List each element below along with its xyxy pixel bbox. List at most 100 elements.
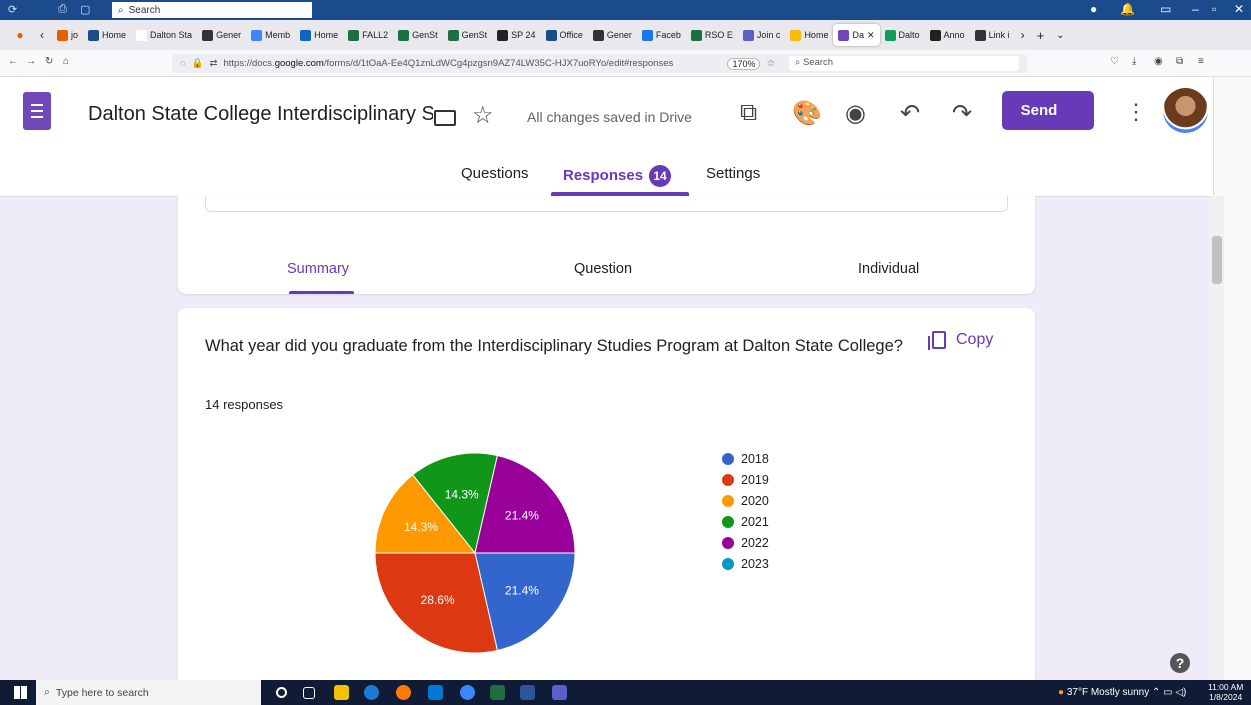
scrollbar-thumb[interactable]: [1212, 236, 1222, 284]
browser-tab[interactable]: Home: [295, 24, 343, 46]
tab-favicon-icon: [136, 29, 148, 41]
browser-tab[interactable]: RSO E: [686, 24, 738, 46]
tab-label: Join c: [756, 30, 781, 40]
browser-tab[interactable]: Anno: [925, 24, 970, 46]
browser-tab[interactable]: Faceb: [637, 24, 686, 46]
browser-search-placeholder: Search: [802, 57, 834, 68]
profile-icon[interactable]: ●: [1090, 2, 1097, 16]
browser-tab[interactable]: Office: [541, 24, 588, 46]
layout-icon[interactable]: ▢: [80, 3, 90, 16]
browser-search-input[interactable]: ⌕ Search: [789, 56, 1019, 71]
undo-icon[interactable]: ↶: [900, 99, 920, 128]
browser-tab[interactable]: SP 24: [492, 24, 540, 46]
browser-tab[interactable]: Gener: [197, 24, 246, 46]
subtab-individual[interactable]: Individual: [858, 261, 919, 277]
menu-icon[interactable]: ≡: [1198, 56, 1204, 67]
edge-icon[interactable]: [364, 685, 379, 700]
display-icon[interactable]: ▭: [1160, 2, 1171, 16]
browser-tab[interactable]: FALL2: [343, 24, 393, 46]
bookmark-star-icon[interactable]: ☆: [766, 58, 775, 69]
tab-label: jo: [71, 30, 79, 40]
subtab-question[interactable]: Question: [574, 261, 632, 277]
browser-tab[interactable]: Dalto: [880, 24, 925, 46]
tab-settings[interactable]: Settings: [706, 165, 760, 182]
browser-tab[interactable]: Join c: [738, 24, 786, 46]
outlook-icon[interactable]: [428, 685, 443, 700]
account-icon[interactable]: ◉: [1154, 56, 1163, 67]
close-icon[interactable]: ✕: [1234, 2, 1244, 16]
browser-tab[interactable]: Da ✕: [833, 24, 880, 46]
tab-favicon-icon: [57, 29, 68, 41]
new-tab-icon[interactable]: +: [1037, 28, 1045, 43]
back-icon[interactable]: ←: [8, 56, 18, 67]
notification-icon[interactable]: 🔔: [1120, 2, 1135, 16]
tab-label: Anno: [943, 30, 965, 40]
task-view-icon[interactable]: [303, 687, 315, 699]
tab-questions[interactable]: Questions: [461, 165, 529, 182]
browser-tab[interactable]: Link i: [970, 24, 1015, 46]
subtab-summary[interactable]: Summary: [287, 261, 349, 277]
firefox-icon[interactable]: ●: [0, 28, 40, 42]
minimize-icon[interactable]: –: [1192, 2, 1199, 16]
chart-legend: 2018 2019 2020 2021 2022 2023: [722, 448, 769, 574]
tab-favicon-icon: [447, 29, 459, 41]
tab-close-icon[interactable]: ✕: [867, 30, 875, 41]
copy-chart-button[interactable]: Copy: [928, 331, 993, 350]
preview-eye-icon[interactable]: ◉: [845, 99, 866, 128]
zoom-level[interactable]: 170%: [727, 57, 761, 70]
browser-tab[interactable]: Gener: [588, 24, 637, 46]
chevron-down-icon[interactable]: ⌄: [1056, 30, 1064, 41]
legend-label: 2023: [741, 556, 769, 571]
download-icon[interactable]: ⤓: [1132, 56, 1136, 67]
cortana-icon[interactable]: [276, 687, 287, 698]
address-bar[interactable]: ◌ 🔒 ⇄ https://docs.google.com/forms/d/1t…: [172, 54, 1027, 73]
tab-favicon-icon: [974, 29, 986, 41]
home-icon[interactable]: ⌂: [63, 56, 69, 67]
browser-tab[interactable]: Home: [83, 24, 131, 46]
tab-label: Da: [852, 30, 864, 40]
send-button[interactable]: Send: [1002, 91, 1094, 130]
pocket-icon[interactable]: ♡: [1110, 56, 1119, 67]
tab-responses[interactable]: Responses 14: [563, 165, 672, 187]
app-icon[interactable]: [460, 685, 475, 700]
teams-icon[interactable]: [552, 685, 567, 700]
window-search-box[interactable]: ⌕ Search: [112, 2, 312, 18]
taskbar-search-input[interactable]: ⌕ Type here to search: [36, 680, 261, 705]
pie-chart: 21.4% 28.6% 14.3% 14.3% 21.4%: [374, 452, 576, 654]
browser-tab[interactable]: GenSt: [393, 24, 443, 46]
tab-scroll-left-icon[interactable]: ‹: [40, 28, 52, 42]
star-icon[interactable]: ☆: [472, 101, 494, 130]
browser-tab[interactable]: jo: [52, 24, 83, 46]
weather-widget[interactable]: ● 37°F Mostly sunny ⌃ ▭ ◁): [1058, 687, 1186, 698]
redo-icon[interactable]: ↷: [952, 99, 972, 128]
word-icon[interactable]: [520, 685, 535, 700]
tab-scroll-right-icon[interactable]: ›: [1021, 28, 1025, 42]
browser-tab[interactable]: GenSt: [443, 24, 493, 46]
avatar[interactable]: [1163, 88, 1208, 133]
excel-icon[interactable]: [490, 685, 505, 700]
extensions-icon[interactable]: ⧉: [1176, 56, 1183, 67]
firefox-taskbar-icon[interactable]: [396, 685, 411, 700]
browser-tab[interactable]: Home: [785, 24, 833, 46]
system-clock[interactable]: 11:00 AM 1/8/2024: [1208, 682, 1243, 702]
palette-icon[interactable]: 🎨: [792, 99, 822, 128]
google-forms-logo-icon[interactable]: [23, 92, 51, 130]
forms-header: Dalton State College Interdisciplinary S…: [0, 77, 1213, 197]
browser-tab[interactable]: Dalton Sta: [131, 24, 197, 46]
restore-icon[interactable]: ▫: [1212, 2, 1216, 16]
browser-tab[interactable]: Memb: [246, 24, 295, 46]
refresh-icon[interactable]: ⟳: [8, 3, 17, 16]
addon-puzzle-icon[interactable]: ⧉: [740, 99, 757, 127]
more-options-icon[interactable]: ⋮: [1125, 99, 1147, 125]
form-title[interactable]: Dalton State College Interdisciplinary S…: [88, 103, 433, 126]
file-explorer-icon[interactable]: [334, 685, 349, 700]
folder-icon[interactable]: [434, 110, 456, 126]
forward-icon[interactable]: →: [26, 56, 36, 67]
windows-start-icon[interactable]: [14, 686, 27, 699]
help-icon[interactable]: ?: [1170, 653, 1190, 673]
print-icon[interactable]: ⎙: [58, 3, 67, 16]
clock-date: 1/8/2024: [1209, 692, 1243, 702]
tray-icons[interactable]: ⌃ ▭ ◁): [1152, 687, 1186, 698]
reload-icon[interactable]: ↻: [45, 56, 53, 67]
lock-icon: 🔒: [191, 58, 204, 69]
